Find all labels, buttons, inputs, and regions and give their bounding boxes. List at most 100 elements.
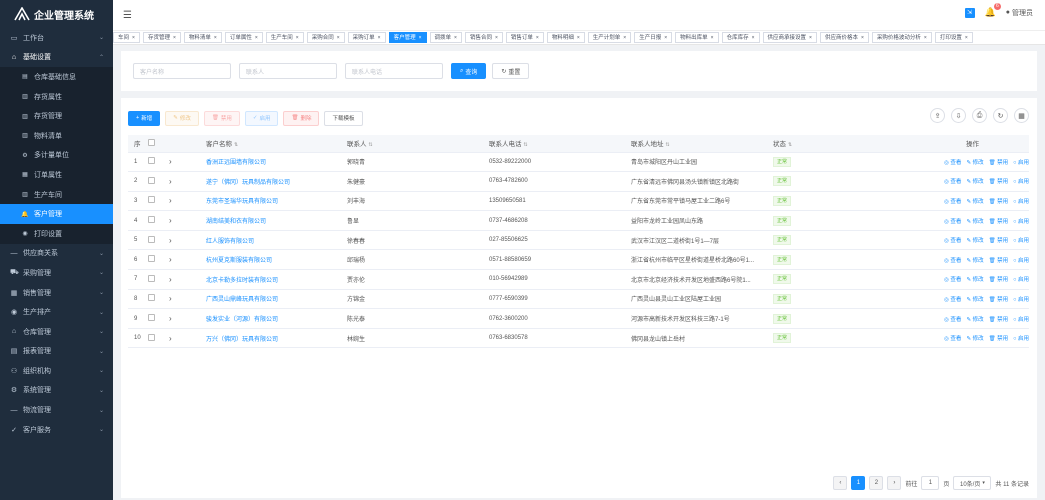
tab-7[interactable]: 客户管理 × xyxy=(388,32,427,43)
edit-action[interactable]: ✎ 修改 xyxy=(966,297,983,303)
edit-action[interactable]: ✎ 修改 xyxy=(966,258,983,264)
close-icon[interactable]: × xyxy=(378,35,381,41)
sidebar-item-5[interactable]: ◉ 生产排产 ⌄ xyxy=(0,302,113,322)
columns-icon[interactable]: ▦ xyxy=(1014,108,1029,123)
table-row[interactable]: 4 › 湖南结美和衣有限公司 鲁显 0737-4686208 益阳市龙岭工业园凤山东路 正常… xyxy=(128,210,1029,231)
customer-name-link[interactable]: 湖南结美和衣有限公司 xyxy=(206,210,347,231)
close-icon[interactable]: × xyxy=(173,35,176,41)
row-checkbox-cell[interactable] xyxy=(148,308,169,329)
sidebar-item-3[interactable]: ⛟ 采购管理 ⌄ xyxy=(0,263,113,283)
row-checkbox-cell[interactable] xyxy=(148,249,169,271)
col-phone[interactable]: 联系人电话 ⇅ xyxy=(489,135,631,153)
disable-button[interactable]: 🗑 禁用 xyxy=(203,110,240,126)
sidebar-item-9[interactable]: ⚙ 系统管理 ⌄ xyxy=(0,381,113,401)
col-address[interactable]: 联系人地址 ⇅ xyxy=(631,135,773,153)
close-icon[interactable]: × xyxy=(132,35,135,41)
chevron-right-icon[interactable]: › xyxy=(169,196,172,205)
row-checkbox-cell[interactable] xyxy=(148,269,169,290)
close-icon[interactable]: × xyxy=(861,35,864,41)
close-icon[interactable]: × xyxy=(454,35,457,41)
view-action[interactable]: ◎ 查看 xyxy=(944,219,961,225)
col-status[interactable]: 状态 ⇅ xyxy=(773,135,916,153)
sidebar-item-11[interactable]: ✓ 客户服务 ⌄ xyxy=(0,420,113,440)
table-row[interactable]: 5 › 红人服饰有限公司 徐春春 027-85506625 武汉市江汉区二道桥街1号1—7… xyxy=(128,230,1029,251)
notification-bell[interactable]: 🔔 6 xyxy=(985,3,1001,18)
customer-name-link[interactable]: 广西灵山鼎峰玩具有限公司 xyxy=(206,289,347,310)
search-button[interactable]: ⌕ 查询 xyxy=(451,63,487,79)
close-icon[interactable]: × xyxy=(337,35,340,41)
close-icon[interactable]: × xyxy=(577,35,580,41)
chevron-right-icon[interactable]: › xyxy=(169,334,172,343)
row-checkbox[interactable] xyxy=(148,157,155,165)
row-checkbox[interactable] xyxy=(148,216,155,224)
tab-9[interactable]: 销售合同 × xyxy=(464,32,503,43)
customer-name-link[interactable]: 红人服饰有限公司 xyxy=(206,230,347,251)
table-row[interactable]: 2 › 遂宁（佛冈）玩具制品有限公司 朱健豪 0763-4782600 广东省清远市佛冈县… xyxy=(128,171,1029,192)
chevron-right-icon[interactable]: › xyxy=(169,236,172,245)
chevron-right-icon[interactable]: › xyxy=(169,294,172,303)
sidebar-subitem-4[interactable]: ⚙ 多计量单位 xyxy=(0,145,113,166)
sidebar-item-2[interactable]: — 供应商关系 ⌄ xyxy=(0,244,113,264)
row-checkbox-cell[interactable] xyxy=(148,328,169,349)
edit-action[interactable]: ✎ 修改 xyxy=(966,160,983,166)
sort-icon[interactable]: ⇅ xyxy=(666,142,670,148)
row-checkbox[interactable] xyxy=(148,314,155,322)
select-all-checkbox[interactable] xyxy=(148,138,155,146)
enable-action[interactable]: ○ 启用 xyxy=(1013,219,1029,225)
sort-icon[interactable]: ⇅ xyxy=(524,142,528,148)
view-action[interactable]: ◎ 查看 xyxy=(944,258,961,264)
tab-3[interactable]: 订单属性 × xyxy=(224,32,263,43)
customer-name-link[interactable]: 骏发实业（河源）有限公司 xyxy=(206,308,347,329)
goto-page-input[interactable]: 1 xyxy=(921,476,940,490)
customer-name-link[interactable]: 遂宁（佛冈）玩具制品有限公司 xyxy=(206,171,347,192)
close-icon[interactable]: × xyxy=(752,35,755,41)
refresh-icon[interactable]: ↻ xyxy=(993,108,1008,123)
view-action[interactable]: ◎ 查看 xyxy=(944,160,961,166)
edit-action[interactable]: ✎ 修改 xyxy=(966,277,983,283)
close-icon[interactable]: × xyxy=(536,35,539,41)
customer-name-input[interactable]: 客户名称 xyxy=(133,63,231,79)
sidebar-subitem-1[interactable]: ▥ 存货属性 xyxy=(0,86,113,107)
sidebar-item-0[interactable]: ▭ 工作台 ⌄ xyxy=(0,28,113,48)
sidebar-subitem-7[interactable]: 🔔 客户管理 xyxy=(0,204,113,224)
sidebar-item-1[interactable]: ⌂ 基础设置 ⌃ xyxy=(0,48,113,68)
tab-4[interactable]: 生产车间 × xyxy=(265,32,304,43)
edit-action[interactable]: ✎ 修改 xyxy=(966,238,983,244)
customer-name-link[interactable]: 香洲正远围墙有限公司 xyxy=(206,152,347,173)
prev-page-button[interactable]: ‹ xyxy=(833,476,848,490)
customer-name-link[interactable]: 北京卡勒多拉时装有限公司 xyxy=(206,269,347,290)
sidebar-subitem-2[interactable]: ▥ 存货管理 xyxy=(0,106,113,126)
row-checkbox[interactable] xyxy=(148,235,155,243)
enable-button[interactable]: ✓ 启用 xyxy=(244,110,279,126)
page-2-button[interactable]: 2 xyxy=(869,476,884,490)
enable-action[interactable]: ○ 启用 xyxy=(1013,238,1029,244)
edit-action[interactable]: ✎ 修改 xyxy=(966,199,983,205)
enable-action[interactable]: ○ 启用 xyxy=(1013,317,1029,323)
sidebar-subitem-6[interactable]: ▥ 生产车间 xyxy=(0,184,113,205)
disable-action[interactable]: 🗑 禁用 xyxy=(989,238,1009,244)
view-action[interactable]: ◎ 查看 xyxy=(944,179,961,185)
view-action[interactable]: ◎ 查看 xyxy=(944,317,961,323)
close-icon[interactable]: × xyxy=(214,35,217,41)
page-size-select[interactable]: 10条/页 ▾ xyxy=(953,476,992,490)
table-row[interactable]: 6 › 杭州夏克斯服装有限公司 邱瑞杨 0571-88580659 浙江省杭州市临平区星桥… xyxy=(128,249,1029,271)
sidebar-subitem-0[interactable]: ▤ 仓库基础信息 xyxy=(0,67,113,87)
download-icon[interactable]: ⇩ xyxy=(951,108,966,123)
sidebar-item-10[interactable]: — 物流管理 ⌄ xyxy=(0,400,113,420)
close-icon[interactable]: × xyxy=(664,35,667,41)
close-icon[interactable]: × xyxy=(965,35,968,41)
sidebar-item-6[interactable]: ⌂ 仓库管理 ⌄ xyxy=(0,322,113,342)
chevron-right-icon[interactable]: › xyxy=(169,157,172,166)
expand-cell[interactable]: › xyxy=(169,230,206,251)
sidebar-item-8[interactable]: ⚇ 组织机构 ⌄ xyxy=(0,361,113,381)
edit-button[interactable]: ✎ 修改 xyxy=(165,110,199,126)
close-icon[interactable]: × xyxy=(711,35,714,41)
disable-action[interactable]: 🗑 禁用 xyxy=(989,336,1009,342)
enable-action[interactable]: ○ 启用 xyxy=(1013,199,1029,205)
row-checkbox[interactable] xyxy=(148,255,155,263)
close-icon[interactable]: × xyxy=(809,35,812,41)
tab-6[interactable]: 采购订单 × xyxy=(347,32,386,43)
delete-button[interactable]: 🗑 删除 xyxy=(283,110,320,126)
table-row[interactable]: 1 › 香洲正远围墙有限公司 郭晓青 0532-89222000 青岛市城阳区丹山工业园正… xyxy=(128,152,1029,173)
expand-cell[interactable]: › xyxy=(169,210,206,231)
